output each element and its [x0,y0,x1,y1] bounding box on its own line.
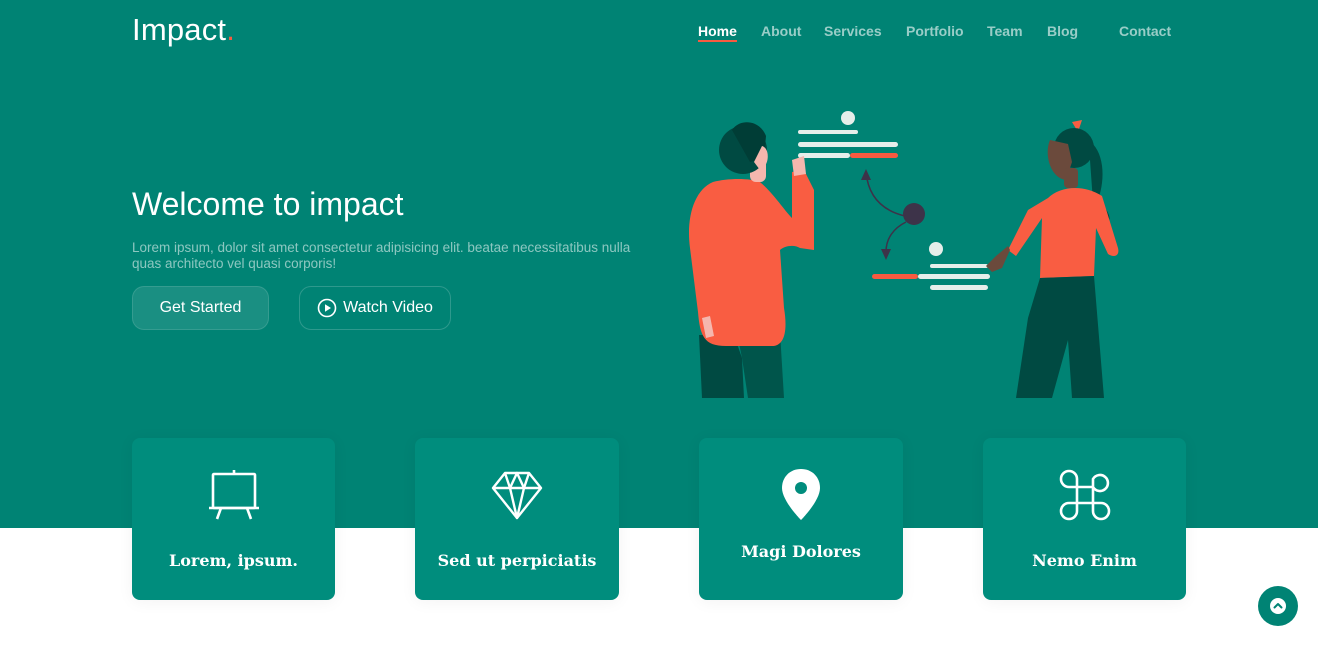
scroll-top-button[interactable] [1258,586,1298,626]
command-icon [1058,468,1112,522]
get-started-button[interactable]: Get Started [132,286,269,330]
nav-about[interactable]: About [761,23,801,39]
feature-card[interactable]: Sed ut perpiciatis [415,438,619,600]
nav-team[interactable]: Team [987,23,1023,39]
hero-title: Welcome to impact [132,186,404,222]
logo[interactable]: Impact. [132,12,235,48]
watch-video-label: Watch Video [343,299,433,316]
logo-dot: . [226,12,236,47]
arrow-up-short-icon [1269,597,1287,615]
watch-video-button[interactable]: Watch Video [299,286,451,330]
nav-blog[interactable]: Blog [1047,23,1078,39]
feature-card[interactable]: Magi Dolores [699,438,903,600]
nav-contact[interactable]: Contact [1119,23,1171,39]
hero-illustration [680,100,1130,398]
hero-description: Lorem ipsum, dolor sit amet consectetur … [132,240,631,271]
nav-portfolio[interactable]: Portfolio [906,23,964,39]
nav-home[interactable]: Home [698,23,737,42]
get-started-label: Get Started [159,299,242,316]
card-title: Nemo Enim [1032,551,1137,570]
card-title: Magi Dolores [741,542,861,561]
geo-pin-icon [774,468,828,522]
feature-card[interactable]: Nemo Enim [983,438,1186,600]
feature-card[interactable]: Lorem, ipsum. [132,438,335,600]
card-title: Lorem, ipsum. [168,551,298,570]
gem-icon [490,468,544,522]
play-circle-icon [317,298,337,318]
card-title: Sed ut perpiciatis [437,551,597,570]
easel-icon [207,468,261,522]
logo-text: Impact [132,12,227,47]
nav-services[interactable]: Services [824,23,882,39]
